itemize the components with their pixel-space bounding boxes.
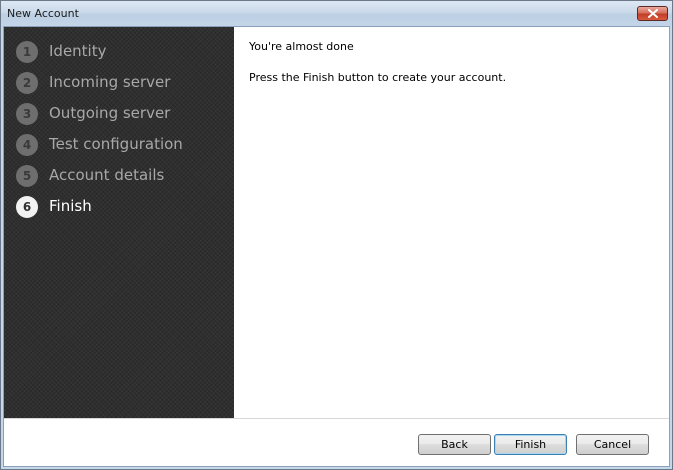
step-label: Outgoing server	[49, 104, 171, 122]
step-incoming-server: 2 Incoming server	[16, 71, 226, 95]
steps-sidebar: 1 Identity 2 Incoming server 3 Outgoing …	[4, 27, 234, 418]
step-number: 2	[16, 72, 38, 94]
step-identity: 1 Identity	[16, 40, 226, 64]
step-label: Identity	[49, 42, 107, 60]
step-finish: 6 Finish	[16, 195, 226, 219]
step-label: Incoming server	[49, 73, 171, 91]
finish-button[interactable]: Finish	[494, 434, 567, 455]
step-number: 6	[16, 196, 38, 218]
dialog-body: 1 Identity 2 Incoming server 3 Outgoing …	[3, 26, 670, 467]
step-label: Account details	[49, 166, 165, 184]
content-panel: You're almost done Press the Finish butt…	[234, 27, 669, 418]
step-outgoing-server: 3 Outgoing server	[16, 102, 226, 126]
step-account-details: 5 Account details	[16, 164, 226, 188]
instruction-text: Press the Finish button to create your a…	[249, 71, 507, 84]
button-bar: Back Finish Cancel	[4, 418, 669, 466]
step-label: Test configuration	[49, 135, 183, 153]
step-test-configuration: 4 Test configuration	[16, 133, 226, 157]
page-heading: You're almost done	[249, 40, 354, 53]
new-account-dialog: New Account 1 Identity 2 Incoming server…	[0, 0, 673, 470]
cancel-button[interactable]: Cancel	[576, 434, 649, 455]
back-button[interactable]: Back	[418, 434, 491, 455]
step-number: 5	[16, 165, 38, 187]
step-number: 3	[16, 103, 38, 125]
title-bar[interactable]: New Account	[1, 1, 672, 26]
step-number: 4	[16, 134, 38, 156]
window-title: New Account	[7, 7, 79, 20]
close-button[interactable]	[637, 6, 668, 21]
close-icon	[648, 9, 658, 18]
step-number: 1	[16, 41, 38, 63]
step-label: Finish	[49, 197, 92, 215]
